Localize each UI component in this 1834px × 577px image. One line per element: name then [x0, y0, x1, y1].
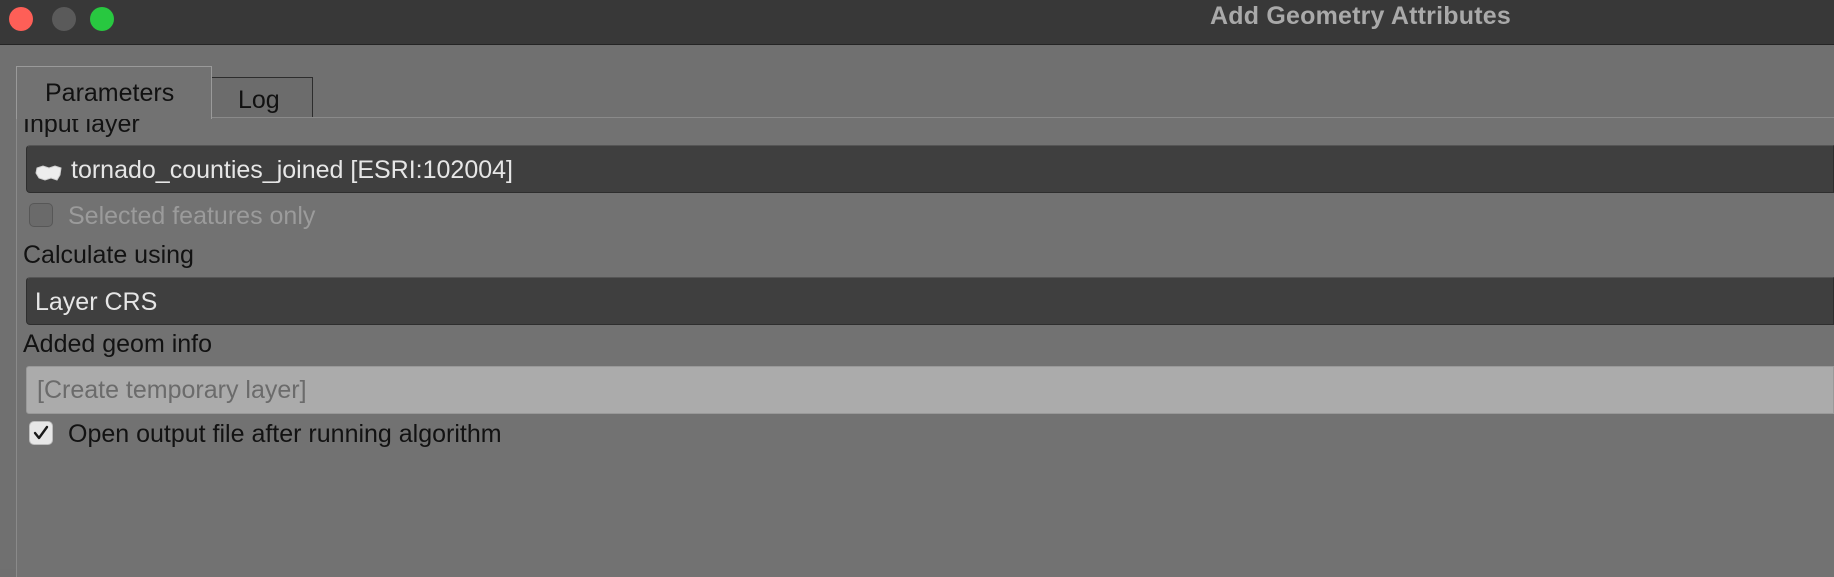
open-output-label: Open output file after running algorithm	[68, 420, 502, 448]
calculate-using-value: Layer CRS	[35, 288, 158, 316]
polygon-layer-icon	[35, 160, 63, 181]
open-output-checkbox[interactable]	[29, 421, 53, 445]
minimize-window-button[interactable]	[52, 7, 76, 31]
added-geom-info-input[interactable]	[26, 366, 1834, 414]
calculate-using-label: Calculate using	[23, 241, 194, 269]
calculate-using-combo[interactable]: Layer CRS	[26, 277, 1834, 325]
title-bar: Add Geometry Attributes	[0, 0, 1834, 45]
added-geom-info-label: Added geom info	[23, 330, 213, 358]
selected-features-checkbox[interactable]	[29, 203, 53, 227]
window-title: Add Geometry Attributes	[1210, 2, 1511, 30]
input-layer-value: tornado_counties_joined [ESRI:102004]	[71, 156, 513, 184]
maximize-window-button[interactable]	[90, 7, 114, 31]
tab-parameters[interactable]: Parameters	[16, 66, 212, 119]
input-layer-combo[interactable]: tornado_counties_joined [ESRI:102004]	[26, 145, 1834, 193]
selected-features-label: Selected features only	[68, 202, 316, 230]
checkmark-icon	[33, 425, 49, 440]
dialog-content: Parameters Log Input layer tornado_count…	[0, 46, 1834, 577]
close-window-button[interactable]	[9, 7, 33, 31]
tab-log[interactable]: Log	[211, 77, 313, 118]
